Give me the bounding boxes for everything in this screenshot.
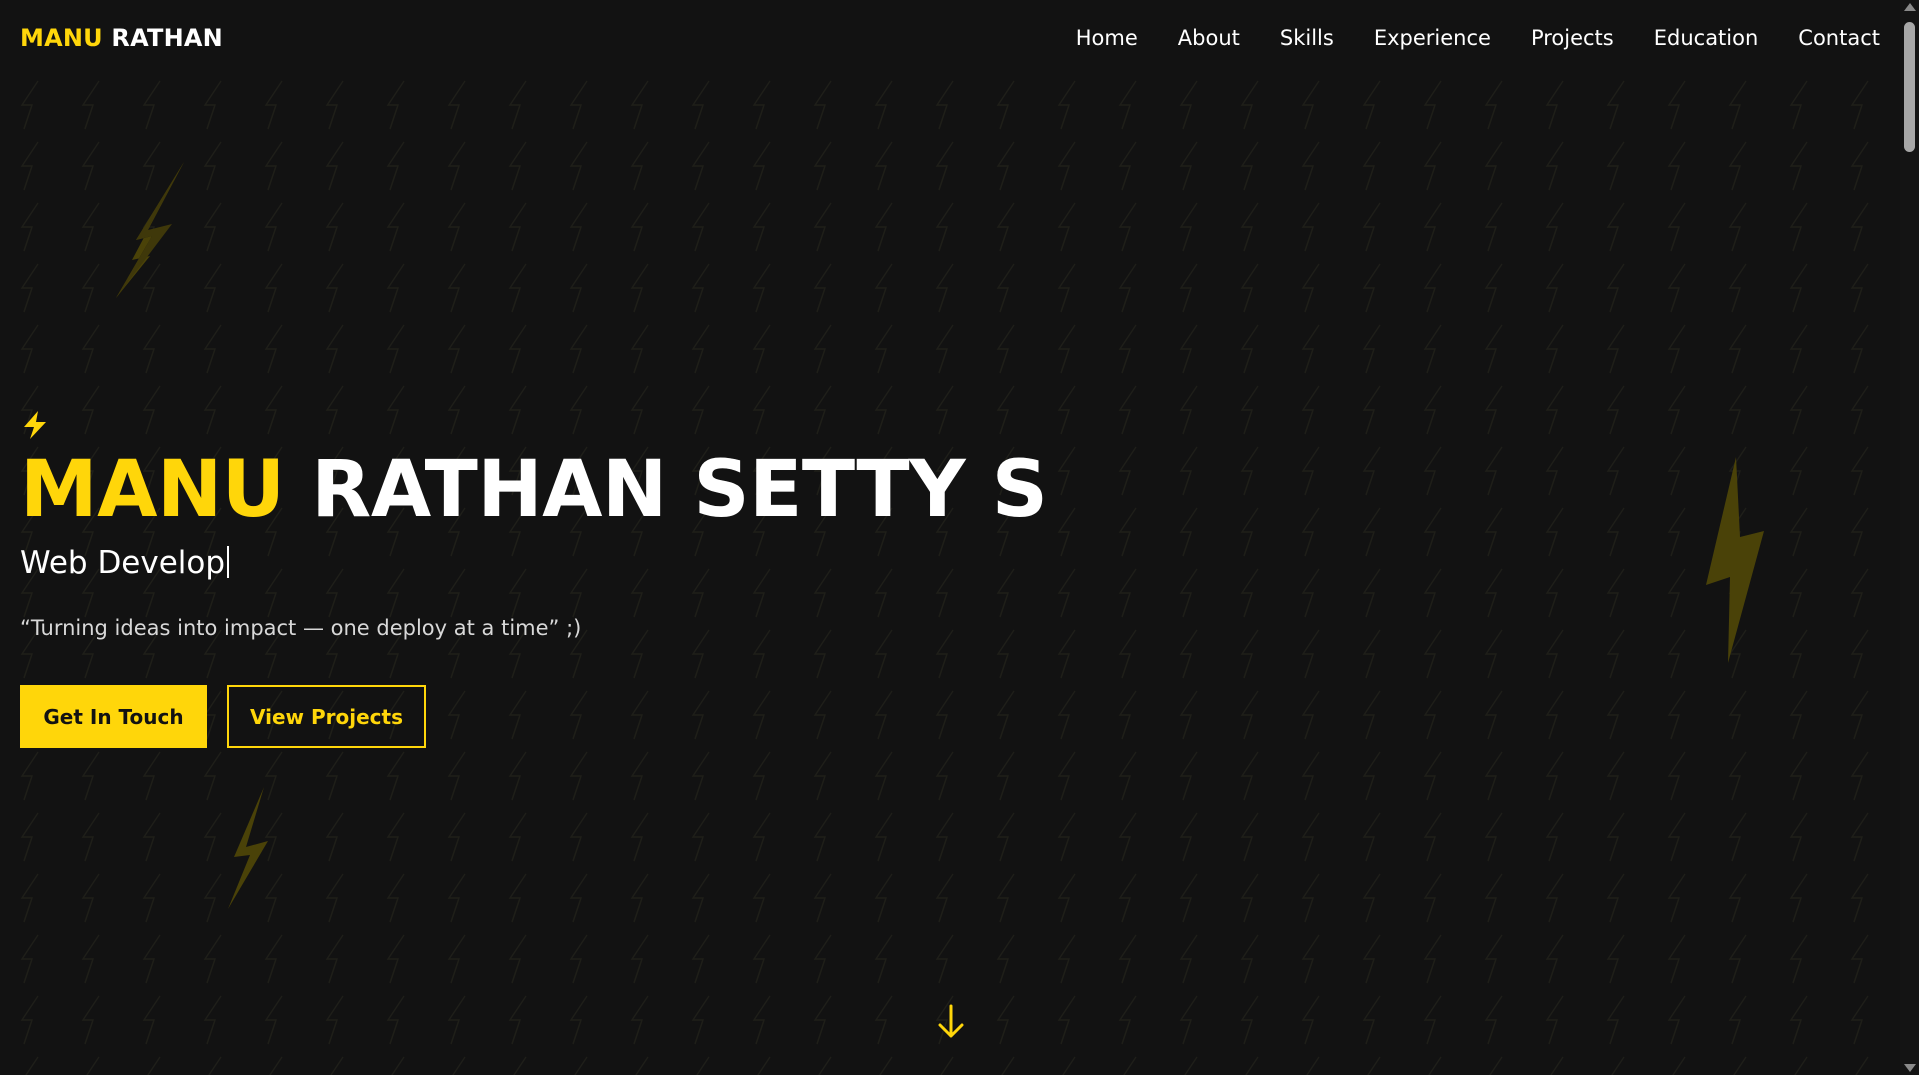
scroll-down-arrow[interactable]	[1904, 1064, 1916, 1072]
lightning-bolt-icon	[1706, 457, 1764, 663]
hero-subtitle: Web Develop	[20, 545, 230, 581]
hero-title-first: MANU	[20, 445, 285, 535]
nav-link-experience[interactable]: Experience	[1374, 26, 1491, 50]
page: MANU RATHAN Home About Skills Experience…	[0, 0, 1919, 1075]
typing-text: Web Develop	[20, 545, 226, 581]
typing-cursor	[227, 546, 230, 578]
logo-last-name: RATHAN	[111, 23, 223, 52]
nav-link-skills[interactable]: Skills	[1280, 26, 1334, 50]
hero-quote: “Turning ideas into impact — one deploy …	[20, 616, 582, 640]
nav-link-about[interactable]: About	[1178, 26, 1240, 50]
logo[interactable]: MANU RATHAN	[20, 24, 223, 52]
scroll-thumb[interactable]	[1904, 22, 1915, 152]
lightning-bolt-icon	[24, 411, 46, 439]
nav-link-home[interactable]: Home	[1076, 26, 1138, 50]
background-pattern	[0, 75, 1900, 1075]
arrow-down-icon[interactable]	[935, 1002, 967, 1042]
view-projects-button[interactable]: View Projects	[227, 685, 426, 748]
logo-first-name: MANU	[20, 23, 103, 52]
scroll-up-arrow[interactable]	[1904, 3, 1916, 11]
nav-link-education[interactable]: Education	[1654, 26, 1759, 50]
nav-link-projects[interactable]: Projects	[1531, 26, 1614, 50]
nav-links: Home About Skills Experience Projects Ed…	[1036, 26, 1880, 50]
hero-title: MANU RATHAN SETTY S	[20, 445, 1048, 535]
nav-link-contact[interactable]: Contact	[1798, 26, 1880, 50]
scrollbar[interactable]	[1900, 0, 1919, 1075]
hero-title-rest: RATHAN SETTY S	[311, 445, 1048, 535]
lightning-bolt-icon	[228, 787, 268, 909]
lightning-bolt-icon	[116, 162, 184, 298]
get-in-touch-button[interactable]: Get In Touch	[20, 685, 207, 748]
navbar: MANU RATHAN Home About Skills Experience…	[0, 0, 1900, 75]
